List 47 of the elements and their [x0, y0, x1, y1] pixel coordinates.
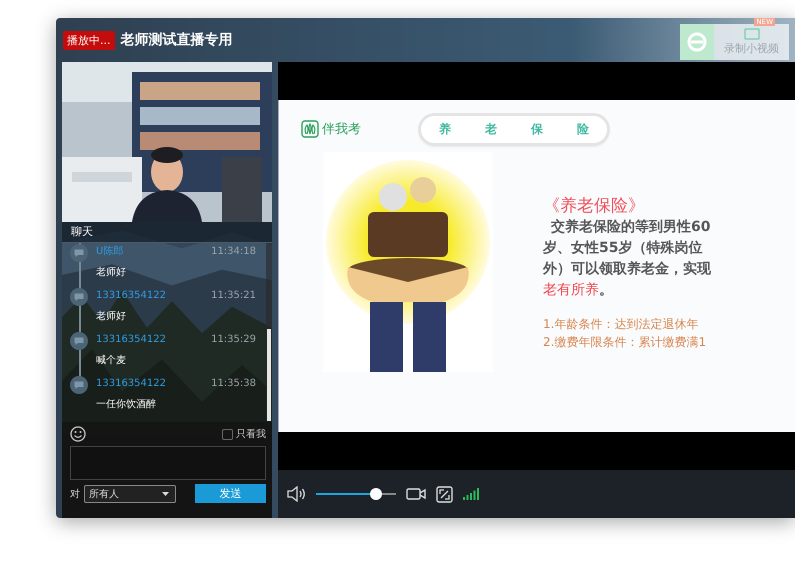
message-time: 11:35:21	[211, 289, 256, 303]
message-time: 11:34:18	[211, 245, 256, 259]
message-text: 老师好	[96, 266, 127, 279]
send-button[interactable]: 发送	[195, 484, 266, 503]
username[interactable]: 13316354122	[96, 289, 166, 303]
chat-bubble-icon	[70, 244, 88, 262]
highlight-text: 老有所养	[543, 282, 599, 298]
banner-character: 老	[485, 120, 497, 138]
recipient-dropdown[interactable]: 所有人	[84, 484, 176, 502]
slide-text: 外）可以领取养老金，实现	[543, 260, 711, 279]
logo-text: 伴我考	[322, 121, 361, 138]
recipient-label: 对	[70, 488, 80, 500]
banner-character: 养	[439, 120, 451, 138]
video-icon	[744, 28, 760, 40]
condition-text: 1.年龄条件：达到法定退休年	[543, 316, 700, 333]
window-title: 老师测试直播专用	[120, 31, 232, 49]
only-me-label: 只看我	[236, 428, 266, 441]
message-text: 喊个麦	[96, 354, 127, 367]
status-badge: 播放中...	[63, 30, 114, 50]
slide-text: 岁、女性55岁（特殊岗位	[543, 239, 704, 258]
record-video-button[interactable]: 录制小视频	[714, 24, 789, 60]
leaf-logo-icon	[301, 120, 319, 138]
caret-icon	[162, 492, 169, 496]
emoji-icon[interactable]	[70, 426, 86, 442]
message-text: 一任你饮酒醉	[96, 398, 157, 411]
chat-title: 聊天	[62, 222, 272, 243]
banner-character: 险	[577, 120, 589, 138]
video-camera-icon[interactable]	[406, 487, 426, 501]
screen-switch-icon[interactable]	[436, 486, 453, 502]
username[interactable]: 13316354122	[96, 333, 166, 347]
message-text: 老师好	[96, 310, 127, 323]
slide-heading: 《养老保险》	[543, 195, 646, 217]
username[interactable]: U陈郎	[96, 245, 124, 259]
slide-text: 交养老保险的等到男性60	[550, 218, 711, 237]
chat-bubble-icon	[70, 288, 88, 306]
banner-character: 保	[531, 120, 543, 138]
condition-text: 2.缴费年限条件：累计缴费满1	[543, 334, 708, 351]
speaker-icon[interactable]	[286, 486, 306, 502]
signal-icon	[463, 488, 479, 500]
message-time: 11:35:38	[211, 377, 256, 391]
message-input[interactable]	[70, 446, 266, 480]
checkbox[interactable]	[222, 428, 233, 440]
username[interactable]: 13316354122	[96, 377, 166, 391]
chat-bubble-icon	[70, 376, 88, 394]
punctuation: 。	[599, 282, 613, 298]
message-time: 11:35:29	[211, 333, 256, 347]
chat-bubble-icon	[70, 332, 88, 350]
